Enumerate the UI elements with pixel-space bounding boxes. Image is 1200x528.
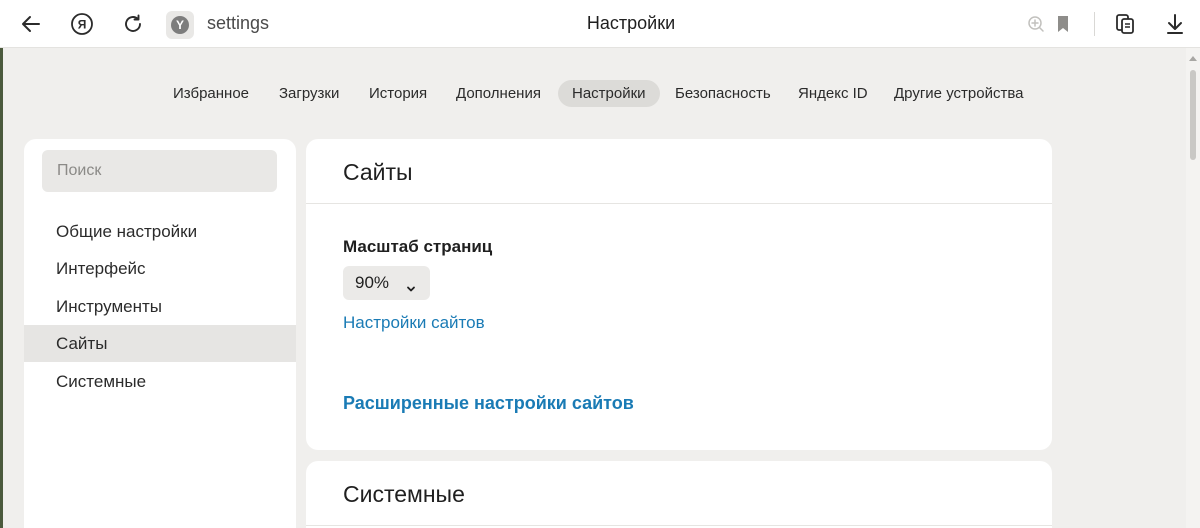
toolbar-divider bbox=[1094, 12, 1095, 36]
scroll-up-icon[interactable] bbox=[1189, 56, 1197, 61]
add-bookmark-icon[interactable] bbox=[1021, 9, 1051, 39]
browser-toolbar: Я Y settings Настройки bbox=[0, 0, 1200, 48]
tab-security[interactable]: Безопасность bbox=[675, 80, 771, 107]
card-divider bbox=[306, 525, 1052, 526]
system-card: Системные bbox=[306, 461, 1052, 528]
advanced-site-settings-link[interactable]: Расширенные настройки сайтов bbox=[343, 393, 634, 414]
card-divider bbox=[306, 203, 1052, 204]
site-settings-link[interactable]: Настройки сайтов bbox=[343, 313, 485, 333]
scrollbar[interactable] bbox=[1186, 48, 1200, 528]
sidebar-item-system[interactable]: Системные bbox=[24, 363, 296, 400]
search-input[interactable] bbox=[42, 150, 277, 192]
system-card-title: Системные bbox=[343, 481, 465, 507]
bookmark-icon[interactable] bbox=[1048, 9, 1078, 39]
tab-history[interactable]: История bbox=[369, 80, 427, 107]
page-title: Настройки bbox=[586, 13, 676, 33]
settings-sidebar: Общие настройки Интерфейс Инструменты Са… bbox=[24, 139, 296, 528]
tab-yandex-id[interactable]: Яндекс ID bbox=[798, 80, 868, 107]
tab-extensions[interactable]: Дополнения bbox=[456, 80, 541, 107]
page-zoom-value: 90% bbox=[355, 273, 390, 292]
sites-card: Сайты Масштаб страниц 90% Настройки сайт… bbox=[306, 139, 1052, 450]
sidebar-item-interface[interactable]: Интерфейс bbox=[24, 250, 296, 287]
chevron-down-icon bbox=[406, 278, 416, 298]
page-zoom-select[interactable]: 90% bbox=[343, 266, 430, 300]
collections-icon[interactable] bbox=[1110, 9, 1140, 39]
tab-downloads[interactable]: Загрузки bbox=[279, 80, 339, 107]
tab-favorites[interactable]: Избранное bbox=[173, 80, 249, 107]
sidebar-item-sites[interactable]: Сайты bbox=[24, 325, 296, 362]
download-icon[interactable] bbox=[1160, 9, 1190, 39]
settings-tabs: Избранное Загрузки История Дополнения На… bbox=[0, 80, 1200, 107]
sidebar-item-general[interactable]: Общие настройки bbox=[24, 213, 296, 250]
tab-other-devices[interactable]: Другие устройства bbox=[894, 80, 1023, 107]
sites-card-title: Сайты bbox=[343, 159, 413, 185]
window-edge bbox=[0, 48, 3, 528]
tab-settings[interactable]: Настройки bbox=[558, 80, 660, 107]
page-zoom-label: Масштаб страниц bbox=[343, 237, 493, 256]
sidebar-item-tools[interactable]: Инструменты bbox=[24, 288, 296, 325]
